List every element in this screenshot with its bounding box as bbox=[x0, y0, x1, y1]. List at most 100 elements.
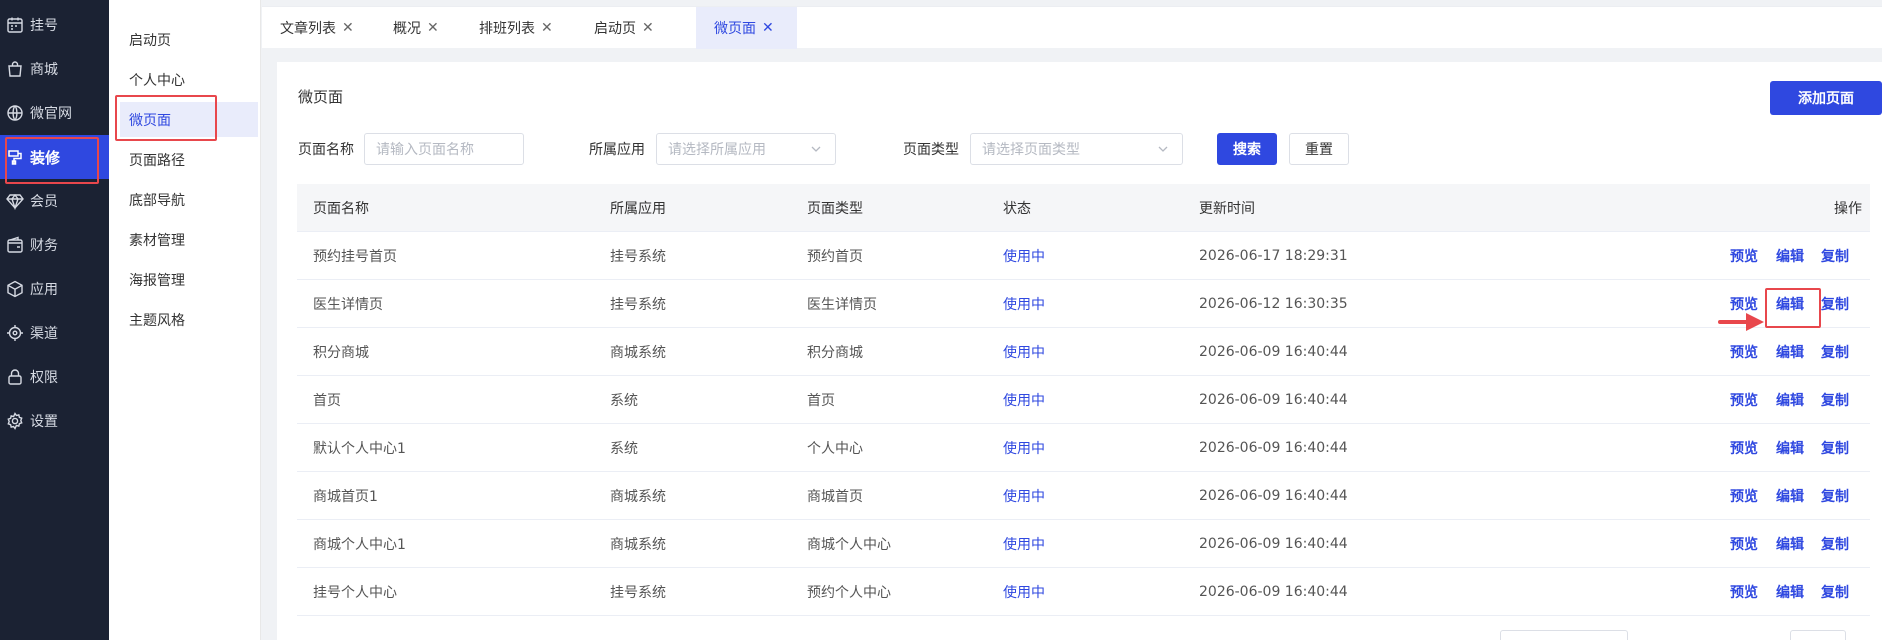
cell-type: 医生详情页 bbox=[807, 297, 877, 313]
edit-link[interactable]: 编辑 bbox=[1776, 376, 1804, 424]
sidebar-item-label: 商城 bbox=[30, 62, 58, 78]
cell-name: 预约挂号首页 bbox=[313, 249, 397, 265]
submenu-item-bottom-nav[interactable]: 底部导航 bbox=[120, 182, 258, 217]
cell-app: 系统 bbox=[610, 393, 638, 409]
submenu-item-micro-page[interactable]: 微页面 bbox=[120, 102, 258, 137]
cell-updated: 2026-06-09 16:40:44 bbox=[1199, 488, 1348, 504]
preview-link[interactable]: 预览 bbox=[1730, 328, 1758, 376]
cell-app: 商城系统 bbox=[610, 537, 666, 553]
edit-link[interactable]: 编辑 bbox=[1776, 280, 1804, 328]
page-name-placeholder: 请输入页面名称 bbox=[376, 142, 474, 158]
copy-link[interactable]: 复制 bbox=[1821, 328, 1849, 376]
tab-schedule-list[interactable]: 排班列表 ✕ bbox=[461, 7, 571, 49]
edit-link[interactable]: 编辑 bbox=[1776, 568, 1804, 616]
copy-link[interactable]: 复制 bbox=[1821, 376, 1849, 424]
page-type-select[interactable]: 请选择页面类型 bbox=[970, 133, 1183, 165]
close-icon[interactable]: ✕ bbox=[342, 20, 354, 36]
preview-link[interactable]: 预览 bbox=[1730, 376, 1758, 424]
sidebar-item-registration[interactable]: 挂号 bbox=[0, 3, 109, 47]
secondary-menu: 启动页 个人中心 微页面 页面路径 底部导航 素材管理 海报管理 主题风格 bbox=[109, 0, 261, 640]
sidebar-item-member[interactable]: 会员 bbox=[0, 179, 109, 223]
submenu-item-posters[interactable]: 海报管理 bbox=[120, 262, 258, 297]
close-icon[interactable]: ✕ bbox=[427, 20, 439, 36]
cell-type: 预约首页 bbox=[807, 249, 863, 265]
preview-link[interactable]: 预览 bbox=[1730, 232, 1758, 280]
main-sidebar: 挂号 商城 微官网 装修 会员 财务 应用 渠道 权限 设置 bbox=[0, 0, 109, 640]
close-icon[interactable]: ✕ bbox=[541, 20, 553, 36]
sidebar-item-micro-site[interactable]: 微官网 bbox=[0, 91, 109, 135]
reset-button[interactable]: 重置 bbox=[1289, 133, 1349, 165]
submenu-item-label: 素材管理 bbox=[129, 232, 185, 249]
copy-link[interactable]: 复制 bbox=[1821, 472, 1849, 520]
cell-app: 挂号系统 bbox=[610, 297, 666, 313]
tab-label: 微页面 bbox=[714, 21, 756, 37]
tab-overview[interactable]: 概况 ✕ bbox=[375, 7, 457, 49]
sidebar-item-label: 装修 bbox=[30, 148, 61, 167]
tab-article-list[interactable]: 文章列表 ✕ bbox=[262, 7, 372, 49]
submenu-item-personal-center[interactable]: 个人中心 bbox=[120, 62, 258, 97]
cell-type: 商城首页 bbox=[807, 489, 863, 505]
submenu-item-page-path[interactable]: 页面路径 bbox=[120, 142, 258, 177]
table-row: 预约挂号首页 挂号系统 预约首页 使用中 2026-06-17 18:29:31… bbox=[297, 232, 1870, 280]
edit-link[interactable]: 编辑 bbox=[1776, 232, 1804, 280]
status-badge: 使用中 bbox=[1003, 537, 1045, 553]
cell-type: 预约个人中心 bbox=[807, 585, 891, 601]
edit-link[interactable]: 编辑 bbox=[1776, 472, 1804, 520]
filter-app-label: 所属应用 bbox=[589, 142, 645, 158]
submenu-item-theme[interactable]: 主题风格 bbox=[120, 302, 258, 337]
sidebar-item-mall[interactable]: 商城 bbox=[0, 47, 109, 91]
page-size-select[interactable] bbox=[1500, 630, 1628, 640]
submenu-item-materials[interactable]: 素材管理 bbox=[120, 222, 258, 257]
tab-bar: 文章列表 ✕ 概况 ✕ 排班列表 ✕ 启动页 ✕ 微页面 ✕ bbox=[262, 6, 1882, 49]
sidebar-item-label: 渠道 bbox=[30, 326, 58, 342]
edit-link[interactable]: 编辑 bbox=[1776, 520, 1804, 568]
copy-link[interactable]: 复制 bbox=[1821, 520, 1849, 568]
copy-link[interactable]: 复制 bbox=[1821, 280, 1849, 328]
filter-type-label: 页面类型 bbox=[903, 142, 959, 158]
preview-link[interactable]: 预览 bbox=[1730, 424, 1758, 472]
cell-name: 医生详情页 bbox=[313, 297, 383, 313]
submenu-item-launch-page[interactable]: 启动页 bbox=[120, 22, 258, 57]
status-badge: 使用中 bbox=[1003, 489, 1045, 505]
sidebar-item-settings[interactable]: 设置 bbox=[0, 399, 109, 443]
status-badge: 使用中 bbox=[1003, 297, 1045, 313]
close-icon[interactable]: ✕ bbox=[762, 20, 774, 36]
tab-label: 概况 bbox=[393, 21, 421, 37]
submenu-item-label: 主题风格 bbox=[129, 312, 185, 329]
cell-name: 商城首页1 bbox=[313, 489, 378, 505]
globe-icon bbox=[6, 104, 24, 122]
sidebar-item-apps[interactable]: 应用 bbox=[0, 267, 109, 311]
tab-launch-page[interactable]: 启动页 ✕ bbox=[576, 7, 672, 49]
copy-link[interactable]: 复制 bbox=[1821, 232, 1849, 280]
cell-updated: 2026-06-09 16:40:44 bbox=[1199, 440, 1348, 456]
edit-link[interactable]: 编辑 bbox=[1776, 328, 1804, 376]
edit-link[interactable]: 编辑 bbox=[1776, 424, 1804, 472]
sidebar-item-finance[interactable]: 财务 bbox=[0, 223, 109, 267]
page-type-placeholder: 请选择页面类型 bbox=[982, 142, 1080, 158]
close-icon[interactable]: ✕ bbox=[642, 20, 654, 36]
sidebar-item-channel[interactable]: 渠道 bbox=[0, 311, 109, 355]
status-badge: 使用中 bbox=[1003, 393, 1045, 409]
copy-link[interactable]: 复制 bbox=[1821, 568, 1849, 616]
cube-icon bbox=[6, 280, 24, 298]
add-page-button[interactable]: 添加页面 bbox=[1770, 81, 1882, 115]
preview-link[interactable]: 预览 bbox=[1730, 520, 1758, 568]
sidebar-item-label: 设置 bbox=[30, 414, 58, 430]
lock-icon bbox=[6, 368, 24, 386]
page-name-input[interactable]: 请输入页面名称 bbox=[364, 133, 524, 165]
cell-name: 积分商城 bbox=[313, 345, 369, 361]
page-jump-input[interactable] bbox=[1790, 630, 1846, 640]
preview-link[interactable]: 预览 bbox=[1730, 568, 1758, 616]
sidebar-item-permission[interactable]: 权限 bbox=[0, 355, 109, 399]
submenu-item-label: 微页面 bbox=[129, 112, 171, 129]
table-row: 商城首页1 商城系统 商城首页 使用中 2026-06-09 16:40:44 … bbox=[297, 472, 1870, 520]
pointer-arrow-icon bbox=[1718, 313, 1764, 331]
app-select[interactable]: 请选择所属应用 bbox=[656, 133, 836, 165]
cell-type: 首页 bbox=[807, 393, 835, 409]
copy-link[interactable]: 复制 bbox=[1821, 424, 1849, 472]
tab-micro-page[interactable]: 微页面 ✕ bbox=[696, 7, 797, 49]
sidebar-item-decoration[interactable]: 装修 bbox=[0, 135, 109, 179]
preview-link[interactable]: 预览 bbox=[1730, 472, 1758, 520]
column-header: 状态 bbox=[1003, 201, 1031, 217]
search-button[interactable]: 搜索 bbox=[1217, 133, 1277, 165]
